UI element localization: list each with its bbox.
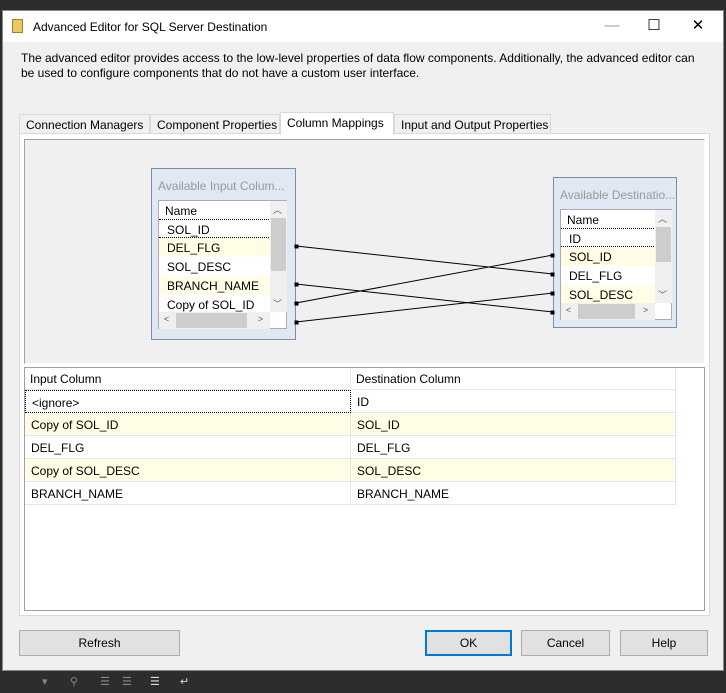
column-mappings-panel: Available Input Colum... Name SOL_ID DEL… (19, 133, 710, 616)
dest-cell[interactable]: SOL_ID (351, 413, 676, 436)
toolbar-icon: ⚲ (70, 676, 79, 688)
indent-icon: ☰ (122, 676, 132, 688)
tab-column-mappings[interactable]: Column Mappings (280, 112, 394, 135)
table-row[interactable]: BRANCH_NAME BRANCH_NAME (25, 482, 676, 505)
input-cell[interactable]: DEL_FLG (25, 436, 351, 459)
tab-component-properties[interactable]: Component Properties (150, 114, 280, 134)
advanced-editor-dialog: Advanced Editor for SQL Server Destinati… (2, 10, 724, 671)
column-header-destination[interactable]: Destination Column (351, 368, 676, 390)
tab-input-output-properties[interactable]: Input and Output Properties (394, 114, 551, 134)
mapping-line-del-flg[interactable] (295, 245, 554, 275)
dest-cell[interactable]: BRANCH_NAME (351, 482, 676, 505)
dest-cell[interactable]: DEL_FLG (351, 436, 676, 459)
delete-list-icon: ☰ (150, 676, 160, 688)
mapping-grid[interactable]: Input Column Destination Column <ignore>… (24, 367, 705, 611)
window-title: Advanced Editor for SQL Server Destinati… (33, 20, 268, 34)
dropdown-arrow-icon: ▾ (42, 676, 48, 688)
dest-cell[interactable]: ID (351, 390, 676, 413)
outdent-icon: ☰ (100, 676, 110, 688)
title-bar: Advanced Editor for SQL Server Destinati… (3, 11, 723, 42)
tab-connection-managers[interactable]: Connection Managers (19, 114, 150, 134)
input-cell[interactable]: Copy of SOL_ID (25, 413, 351, 436)
refresh-button[interactable]: Refresh (19, 630, 180, 656)
app-icon (12, 19, 23, 33)
maximize-button[interactable]: ☐ (639, 15, 669, 37)
column-header-input[interactable]: Input Column (25, 368, 351, 390)
cancel-button[interactable]: Cancel (521, 630, 610, 656)
mapping-lines (294, 244, 555, 325)
word-wrap-icon: ↵ (180, 676, 190, 688)
description-text: The advanced editor provides access to t… (21, 51, 695, 80)
input-cell[interactable]: Copy of SOL_DESC (25, 459, 351, 482)
background-toolbar: ▾ ⚲ ☰ ☰ ☰ ↵ (0, 671, 726, 693)
help-button[interactable]: Help (620, 630, 708, 656)
table-row[interactable]: DEL_FLG DEL_FLG (25, 436, 676, 459)
dest-cell[interactable]: SOL_DESC (351, 459, 676, 482)
ok-button[interactable]: OK (425, 630, 512, 656)
input-cell[interactable]: <ignore> (25, 390, 351, 413)
close-button[interactable]: ✕ (683, 15, 713, 37)
table-row[interactable]: Copy of SOL_DESC SOL_DESC (25, 459, 676, 482)
mapping-diagram: Available Input Colum... Name SOL_ID DEL… (24, 139, 705, 364)
input-cell[interactable]: BRANCH_NAME (25, 482, 351, 505)
table-row[interactable]: <ignore> ID (25, 390, 676, 413)
minimize-button[interactable]: — (597, 15, 627, 37)
mapping-line-sol-id[interactable] (295, 254, 554, 304)
table-row[interactable]: Copy of SOL_ID SOL_ID (25, 413, 676, 436)
